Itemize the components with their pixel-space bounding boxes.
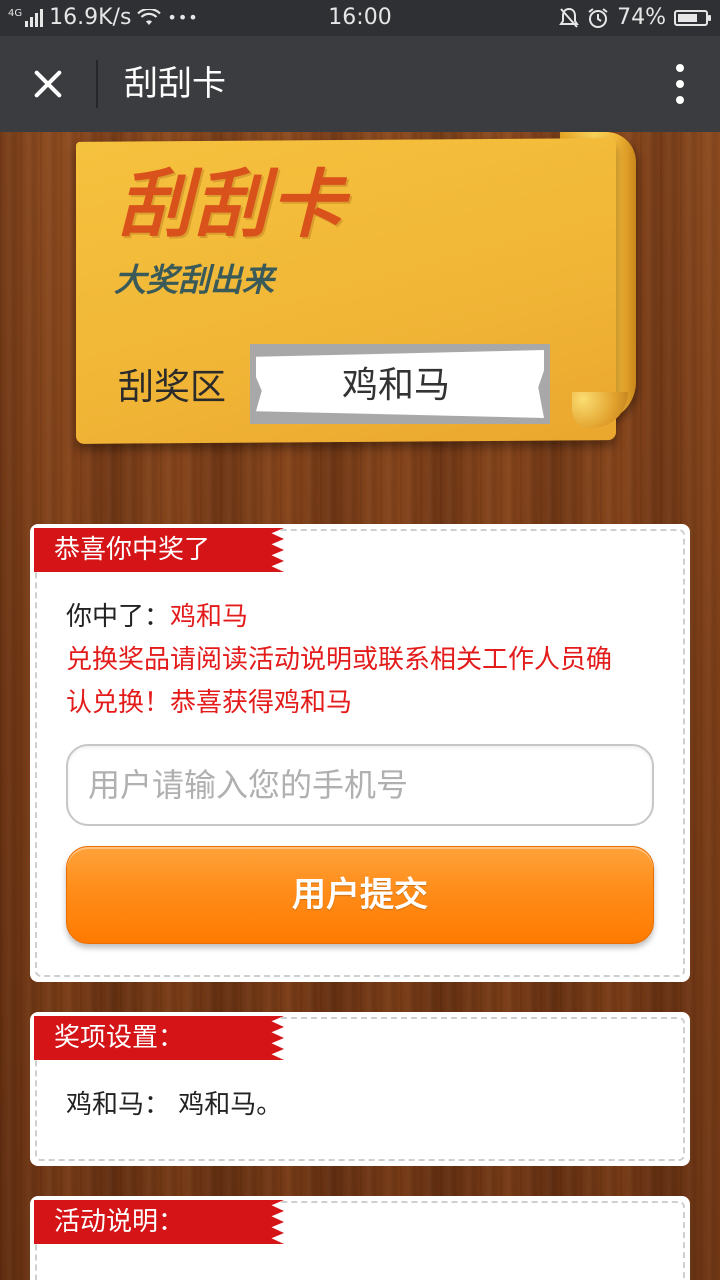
prize-panel: 奖项设置： 鸡和马： 鸡和马。: [30, 1012, 690, 1166]
won-prize: 鸡和马: [170, 602, 249, 632]
won-line: 你中了：鸡和马: [66, 596, 660, 639]
page-title: 刮刮卡: [124, 64, 226, 104]
rules-ribbon: 活动说明：: [34, 1200, 284, 1244]
rules-panel: 活动说明：: [30, 1196, 690, 1280]
prize-item: 鸡和马： 鸡和马。: [66, 1090, 283, 1120]
won-prefix: 你中了：: [66, 602, 171, 632]
title-divider: [96, 60, 98, 108]
scratch-area-label: 刮奖区: [118, 367, 227, 408]
status-right: 74%: [559, 0, 711, 36]
win-ribbon: 恭喜你中奖了: [34, 528, 284, 572]
more-icon[interactable]: [670, 64, 690, 106]
prize-ribbon: 奖项设置：: [34, 1016, 284, 1060]
alarm-icon: [588, 8, 608, 28]
status-bar: 4G 16.9K/s ••• 16:00 74%: [0, 0, 720, 36]
win-panel: 恭喜你中奖了 你中了：鸡和马 兑换奖品请阅读活动说明或联系相关工作人员确 认兑换…: [30, 524, 690, 982]
silent-icon: [559, 7, 579, 28]
title-bar: 刮刮卡: [0, 36, 720, 132]
scratch-area[interactable]: 鸡和马: [250, 344, 550, 424]
win-message: 你中了：鸡和马 兑换奖品请阅读活动说明或联系相关工作人员确 认兑换！恭喜获得鸡和…: [66, 596, 660, 725]
battery-percent: 74%: [617, 5, 666, 30]
close-icon[interactable]: [24, 60, 72, 108]
phone-input[interactable]: [66, 744, 654, 826]
banner-title: 刮刮卡: [118, 162, 346, 248]
submit-button[interactable]: 用户提交: [66, 846, 654, 944]
notice-line-2: 认兑换！恭喜获得鸡和马: [66, 688, 353, 718]
notice-line-1: 兑换奖品请阅读活动说明或联系相关工作人员确: [66, 645, 613, 675]
banner-subtitle: 大奖刮出来: [114, 261, 275, 299]
battery-icon: [674, 10, 711, 26]
scratch-prize-text: 鸡和马: [342, 365, 451, 406]
